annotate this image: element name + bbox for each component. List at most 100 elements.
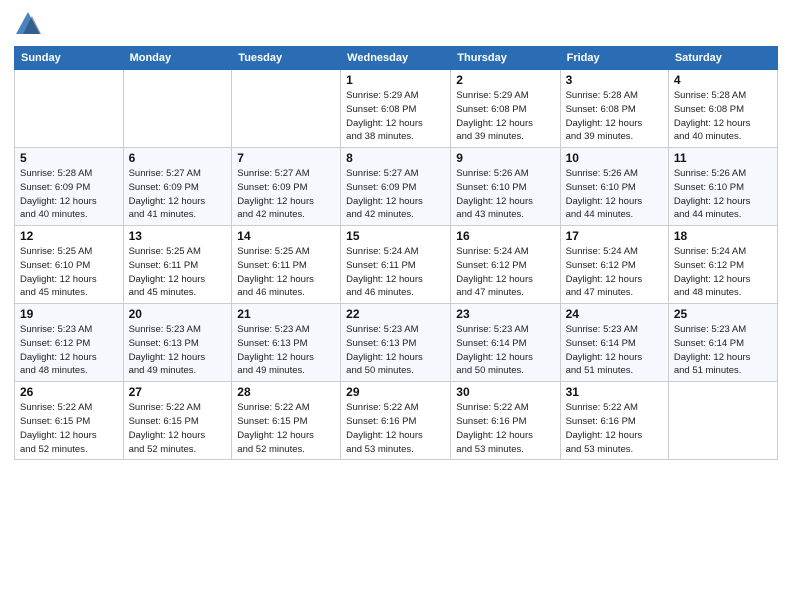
day-info: Sunrise: 5:29 AM Sunset: 6:08 PM Dayligh…	[456, 89, 554, 144]
day-number: 16	[456, 229, 554, 243]
day-info: Sunrise: 5:23 AM Sunset: 6:12 PM Dayligh…	[20, 323, 118, 378]
day-number: 8	[346, 151, 445, 165]
day-number: 14	[237, 229, 335, 243]
day-number: 22	[346, 307, 445, 321]
day-info: Sunrise: 5:25 AM Sunset: 6:11 PM Dayligh…	[129, 245, 227, 300]
day-info: Sunrise: 5:23 AM Sunset: 6:13 PM Dayligh…	[129, 323, 227, 378]
day-info: Sunrise: 5:29 AM Sunset: 6:08 PM Dayligh…	[346, 89, 445, 144]
day-number: 25	[674, 307, 772, 321]
day-number: 12	[20, 229, 118, 243]
calendar-header-thursday: Thursday	[451, 47, 560, 70]
calendar-cell: 11 Sunrise: 5:26 AM Sunset: 6:10 PM Dayli…	[668, 148, 777, 226]
calendar-cell	[123, 70, 232, 148]
day-info: Sunrise: 5:22 AM Sunset: 6:15 PM Dayligh…	[129, 401, 227, 456]
calendar-cell: 31 Sunrise: 5:22 AM Sunset: 6:16 PM Dayli…	[560, 382, 668, 460]
day-info: Sunrise: 5:26 AM Sunset: 6:10 PM Dayligh…	[456, 167, 554, 222]
calendar-cell: 1Sunrise: 5:29 AM Sunset: 6:08 PM Daylig…	[341, 70, 451, 148]
day-number: 23	[456, 307, 554, 321]
calendar-cell: 22 Sunrise: 5:23 AM Sunset: 6:13 PM Dayli…	[341, 304, 451, 382]
calendar-header-sunday: Sunday	[15, 47, 124, 70]
day-number: 11	[674, 151, 772, 165]
calendar-week-2: 5 Sunrise: 5:28 AM Sunset: 6:09 PM Daylig…	[15, 148, 778, 226]
calendar-cell: 9 Sunrise: 5:26 AM Sunset: 6:10 PM Daylig…	[451, 148, 560, 226]
calendar: SundayMondayTuesdayWednesdayThursdayFrid…	[14, 46, 778, 460]
calendar-header-monday: Monday	[123, 47, 232, 70]
calendar-cell: 3 Sunrise: 5:28 AM Sunset: 6:08 PM Daylig…	[560, 70, 668, 148]
logo-icon	[14, 10, 42, 38]
calendar-cell: 14Sunrise: 5:25 AM Sunset: 6:11 PM Dayli…	[232, 226, 341, 304]
day-info: Sunrise: 5:26 AM Sunset: 6:10 PM Dayligh…	[674, 167, 772, 222]
day-number: 9	[456, 151, 554, 165]
day-number: 29	[346, 385, 445, 399]
day-info: Sunrise: 5:27 AM Sunset: 6:09 PM Dayligh…	[346, 167, 445, 222]
day-info: Sunrise: 5:28 AM Sunset: 6:08 PM Dayligh…	[566, 89, 663, 144]
day-number: 30	[456, 385, 554, 399]
calendar-header-saturday: Saturday	[668, 47, 777, 70]
page: SundayMondayTuesdayWednesdayThursdayFrid…	[0, 0, 792, 612]
day-info: Sunrise: 5:23 AM Sunset: 6:14 PM Dayligh…	[456, 323, 554, 378]
day-number: 27	[129, 385, 227, 399]
calendar-cell: 25 Sunrise: 5:23 AM Sunset: 6:14 PM Dayli…	[668, 304, 777, 382]
day-info: Sunrise: 5:24 AM Sunset: 6:11 PM Dayligh…	[346, 245, 445, 300]
calendar-cell	[668, 382, 777, 460]
calendar-cell: 24 Sunrise: 5:23 AM Sunset: 6:14 PM Dayli…	[560, 304, 668, 382]
day-number: 7	[237, 151, 335, 165]
day-info: Sunrise: 5:24 AM Sunset: 6:12 PM Dayligh…	[456, 245, 554, 300]
day-number: 5	[20, 151, 118, 165]
calendar-cell: 18 Sunrise: 5:24 AM Sunset: 6:12 PM Dayli…	[668, 226, 777, 304]
day-info: Sunrise: 5:28 AM Sunset: 6:09 PM Dayligh…	[20, 167, 118, 222]
day-number: 13	[129, 229, 227, 243]
calendar-cell: 12Sunrise: 5:25 AM Sunset: 6:10 PM Dayli…	[15, 226, 124, 304]
day-number: 20	[129, 307, 227, 321]
day-number: 6	[129, 151, 227, 165]
day-info: Sunrise: 5:23 AM Sunset: 6:13 PM Dayligh…	[346, 323, 445, 378]
calendar-week-5: 26 Sunrise: 5:22 AM Sunset: 6:15 PM Dayli…	[15, 382, 778, 460]
day-info: Sunrise: 5:22 AM Sunset: 6:16 PM Dayligh…	[346, 401, 445, 456]
calendar-cell: 17Sunrise: 5:24 AM Sunset: 6:12 PM Dayli…	[560, 226, 668, 304]
day-info: Sunrise: 5:23 AM Sunset: 6:14 PM Dayligh…	[566, 323, 663, 378]
calendar-cell: 29 Sunrise: 5:22 AM Sunset: 6:16 PM Dayli…	[341, 382, 451, 460]
calendar-header-friday: Friday	[560, 47, 668, 70]
day-info: Sunrise: 5:28 AM Sunset: 6:08 PM Dayligh…	[674, 89, 772, 144]
calendar-cell: 8 Sunrise: 5:27 AM Sunset: 6:09 PM Daylig…	[341, 148, 451, 226]
calendar-cell	[232, 70, 341, 148]
day-info: Sunrise: 5:24 AM Sunset: 6:12 PM Dayligh…	[674, 245, 772, 300]
day-info: Sunrise: 5:27 AM Sunset: 6:09 PM Dayligh…	[129, 167, 227, 222]
day-number: 26	[20, 385, 118, 399]
calendar-week-4: 19Sunrise: 5:23 AM Sunset: 6:12 PM Dayli…	[15, 304, 778, 382]
calendar-cell: 26Sunrise: 5:22 AM Sunset: 6:15 PM Dayli…	[15, 382, 124, 460]
day-number: 15	[346, 229, 445, 243]
day-info: Sunrise: 5:22 AM Sunset: 6:16 PM Dayligh…	[566, 401, 663, 456]
calendar-header-row: SundayMondayTuesdayWednesdayThursdayFrid…	[15, 47, 778, 70]
calendar-cell	[15, 70, 124, 148]
day-number: 4	[674, 73, 772, 87]
calendar-header-wednesday: Wednesday	[341, 47, 451, 70]
calendar-cell: 23 Sunrise: 5:23 AM Sunset: 6:14 PM Dayli…	[451, 304, 560, 382]
day-info: Sunrise: 5:22 AM Sunset: 6:15 PM Dayligh…	[237, 401, 335, 456]
day-info: Sunrise: 5:27 AM Sunset: 6:09 PM Dayligh…	[237, 167, 335, 222]
calendar-cell: 28 Sunrise: 5:22 AM Sunset: 6:15 PM Dayli…	[232, 382, 341, 460]
header	[14, 10, 778, 38]
day-number: 31	[566, 385, 663, 399]
calendar-cell: 20 Sunrise: 5:23 AM Sunset: 6:13 PM Dayli…	[123, 304, 232, 382]
calendar-cell: 21 Sunrise: 5:23 AM Sunset: 6:13 PM Dayli…	[232, 304, 341, 382]
day-number: 28	[237, 385, 335, 399]
calendar-cell: 15 Sunrise: 5:24 AM Sunset: 6:11 PM Dayli…	[341, 226, 451, 304]
day-number: 3	[566, 73, 663, 87]
calendar-week-3: 12Sunrise: 5:25 AM Sunset: 6:10 PM Dayli…	[15, 226, 778, 304]
calendar-cell: 13 Sunrise: 5:25 AM Sunset: 6:11 PM Dayli…	[123, 226, 232, 304]
calendar-week-1: 1Sunrise: 5:29 AM Sunset: 6:08 PM Daylig…	[15, 70, 778, 148]
calendar-cell: 19Sunrise: 5:23 AM Sunset: 6:12 PM Dayli…	[15, 304, 124, 382]
day-number: 24	[566, 307, 663, 321]
day-info: Sunrise: 5:24 AM Sunset: 6:12 PM Dayligh…	[566, 245, 663, 300]
calendar-cell: 30Sunrise: 5:22 AM Sunset: 6:16 PM Dayli…	[451, 382, 560, 460]
day-info: Sunrise: 5:26 AM Sunset: 6:10 PM Dayligh…	[566, 167, 663, 222]
calendar-cell: 16 Sunrise: 5:24 AM Sunset: 6:12 PM Dayli…	[451, 226, 560, 304]
day-number: 2	[456, 73, 554, 87]
day-number: 18	[674, 229, 772, 243]
day-info: Sunrise: 5:23 AM Sunset: 6:14 PM Dayligh…	[674, 323, 772, 378]
day-info: Sunrise: 5:23 AM Sunset: 6:13 PM Dayligh…	[237, 323, 335, 378]
calendar-cell: 6 Sunrise: 5:27 AM Sunset: 6:09 PM Daylig…	[123, 148, 232, 226]
calendar-cell: 27 Sunrise: 5:22 AM Sunset: 6:15 PM Dayli…	[123, 382, 232, 460]
day-number: 21	[237, 307, 335, 321]
